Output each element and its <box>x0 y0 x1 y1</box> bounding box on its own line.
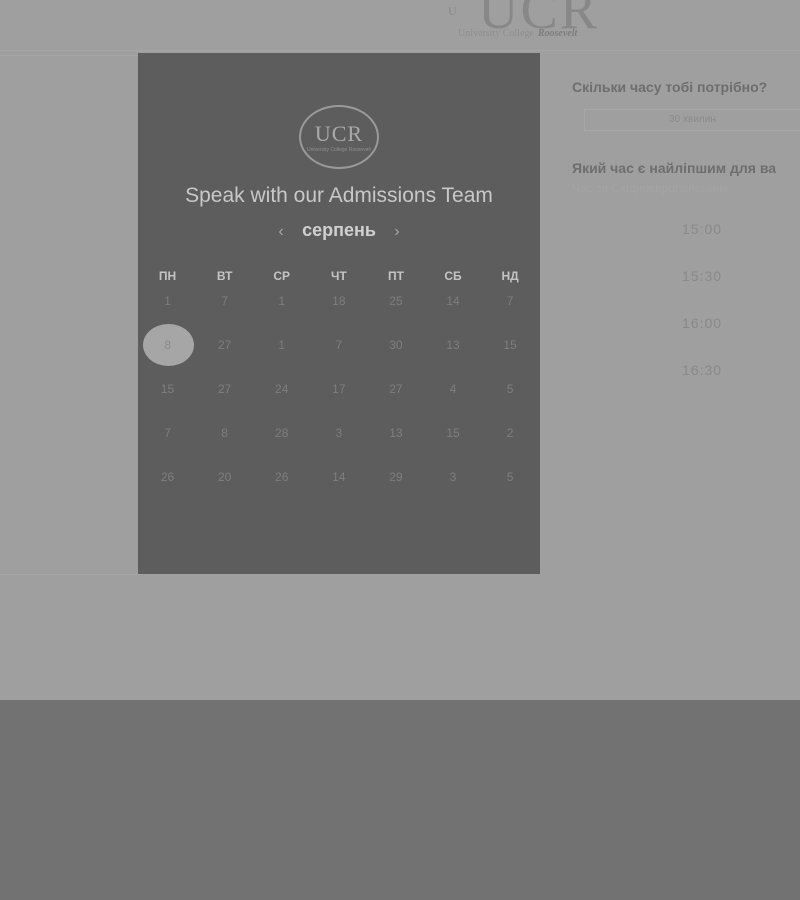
time-slot[interactable]: 16:30 <box>682 352 800 388</box>
calendar-day[interactable]: 15 <box>482 325 539 365</box>
card-logo-small: University College Roosevelt <box>307 147 371 153</box>
calendar-day[interactable]: 5 <box>482 457 539 497</box>
left-panel <box>0 55 140 575</box>
calendar-day-number: 15 <box>503 338 517 352</box>
calendar-day[interactable]: 8 <box>196 413 253 453</box>
logo-subtitle: University College Roosevelt <box>458 28 577 39</box>
calendar-day[interactable]: 17 <box>310 369 367 409</box>
calendar-day[interactable]: 20 <box>196 457 253 497</box>
calendar-day-number: 4 <box>449 382 457 396</box>
duration-question: Скільки часу тобі потрібно? <box>572 79 768 95</box>
time-question: Який час є найліпшим для ва <box>572 160 777 176</box>
calendar-day-number: 25 <box>389 294 403 308</box>
calendar-day-number: 2 <box>506 426 514 440</box>
calendar-week: 26 20 26 14 29 3 5 <box>139 457 539 497</box>
card-logo: UCR University College Roosevelt <box>299 105 379 169</box>
logo-script-text: Roosevelt <box>537 28 578 39</box>
calendar-day[interactable]: 27 <box>196 369 253 409</box>
calendar-day[interactable]: 27 <box>196 325 253 365</box>
calendar-day-number: 7 <box>506 294 514 308</box>
calendar-day[interactable]: 2 <box>482 413 539 453</box>
calendar-week: 8 27 1 7 30 13 15 <box>139 324 539 366</box>
month-navigation: ‹ серпень › <box>138 220 540 241</box>
calendar-day-number: 15 <box>446 426 460 440</box>
calendar-day-number: 7 <box>164 426 171 440</box>
chevron-left-icon[interactable]: ‹ <box>271 223 291 241</box>
calendar-day[interactable]: 24 <box>253 369 310 409</box>
logo-subtitle-text: University College <box>458 28 534 39</box>
calendar-day-number: 15 <box>160 382 175 396</box>
time-slot[interactable]: 16:00 <box>682 305 800 341</box>
calendar-day[interactable]: 5 <box>482 369 539 409</box>
calendar-day-number: 13 <box>446 338 460 352</box>
header-logo[interactable]: U UCR University College Roosevelt <box>448 0 648 44</box>
calendar-day[interactable]: 28 <box>253 413 310 453</box>
calendar-day[interactable]: 26 <box>253 457 310 497</box>
calendar-day-number: 29 <box>389 470 403 484</box>
calendar-day-number: 27 <box>217 338 232 352</box>
calendar-day[interactable]: 27 <box>367 369 424 409</box>
calendar-day-number: 8 <box>164 338 171 352</box>
calendar-day[interactable]: 3 <box>424 457 481 497</box>
calendar-day-number: 7 <box>221 294 228 308</box>
calendar-day-number: 20 <box>217 470 232 484</box>
calendar-day[interactable]: 29 <box>367 457 424 497</box>
calendar-day-number: 13 <box>389 426 403 440</box>
calendar-day-number: 14 <box>446 294 460 308</box>
calendar-day[interactable]: 14 <box>424 281 481 321</box>
calendar-day-number: 14 <box>332 470 346 484</box>
calendar-day-number: 3 <box>449 470 457 484</box>
calendar-day-number: 3 <box>335 426 343 440</box>
calendar-day-number: 1 <box>278 338 286 352</box>
logo-prefix: U <box>448 4 457 18</box>
calendar-day[interactable]: 25 <box>367 281 424 321</box>
calendar-day[interactable]: 15 <box>139 369 196 409</box>
time-slot[interactable]: 15:30 <box>682 258 800 294</box>
chevron-right-icon[interactable]: › <box>387 223 407 241</box>
calendar-day[interactable]: 13 <box>367 413 424 453</box>
calendar-day-number: 30 <box>389 338 403 352</box>
calendar-day[interactable]: 26 <box>139 457 196 497</box>
calendar-day[interactable]: 3 <box>310 413 367 453</box>
calendar-day-number: 24 <box>275 382 289 396</box>
calendar-day[interactable]: 7 <box>482 281 539 321</box>
calendar-day-number: 7 <box>335 338 343 352</box>
calendar-day[interactable]: 7 <box>310 325 367 365</box>
calendar-week: 7 8 28 3 13 15 2 <box>139 413 539 453</box>
calendar-day-number: 28 <box>275 426 289 440</box>
calendar-day[interactable]: 1 <box>139 281 196 321</box>
calendar-day[interactable]: 18 <box>310 281 367 321</box>
calendar-day[interactable]: 14 <box>310 457 367 497</box>
calendar-day[interactable]: 13 <box>424 325 481 365</box>
month-label: серпень <box>302 220 376 240</box>
calendar-week: 1 7 1 18 25 14 7 <box>139 281 539 321</box>
calendar-day-number: 17 <box>332 382 346 396</box>
duration-select[interactable]: 30 хвилин <box>584 109 800 131</box>
calendar-day-number: 27 <box>217 382 232 396</box>
calendar-day[interactable]: 30 <box>367 325 424 365</box>
calendar-day[interactable]: 7 <box>139 413 196 453</box>
calendar-day-number: 8 <box>221 426 228 440</box>
card-title: Speak with our Admissions Team <box>185 184 493 207</box>
calendar-day-number: 18 <box>332 294 346 308</box>
calendar-week: 15 27 24 17 27 4 5 <box>139 369 539 409</box>
time-slot[interactable]: 15:00 <box>682 211 800 247</box>
calendar-day-number: 27 <box>389 382 403 396</box>
calendar-day-number: 1 <box>164 294 171 308</box>
timezone-label: Час за Східноєвропейським <box>572 181 728 195</box>
calendar-day-number: 26 <box>160 470 175 484</box>
calendar-day-number: 26 <box>275 470 289 484</box>
calendar-day-number: 1 <box>278 294 286 308</box>
calendar-day[interactable]: 7 <box>196 281 253 321</box>
calendar-day[interactable]: 15 <box>424 413 481 453</box>
calendar-day-number: 5 <box>506 382 514 396</box>
calendar-day[interactable]: 1 <box>253 325 310 365</box>
calendar-day[interactable]: 4 <box>424 369 481 409</box>
calendar-day[interactable]: 8 <box>139 324 196 366</box>
card-logo-mark: UCR <box>314 121 364 146</box>
calendar-card: UCR University College Roosevelt Speak w… <box>138 53 540 574</box>
calendar-day-number: 5 <box>506 470 514 484</box>
calendar-day[interactable]: 1 <box>253 281 310 321</box>
header-divider <box>0 50 800 51</box>
